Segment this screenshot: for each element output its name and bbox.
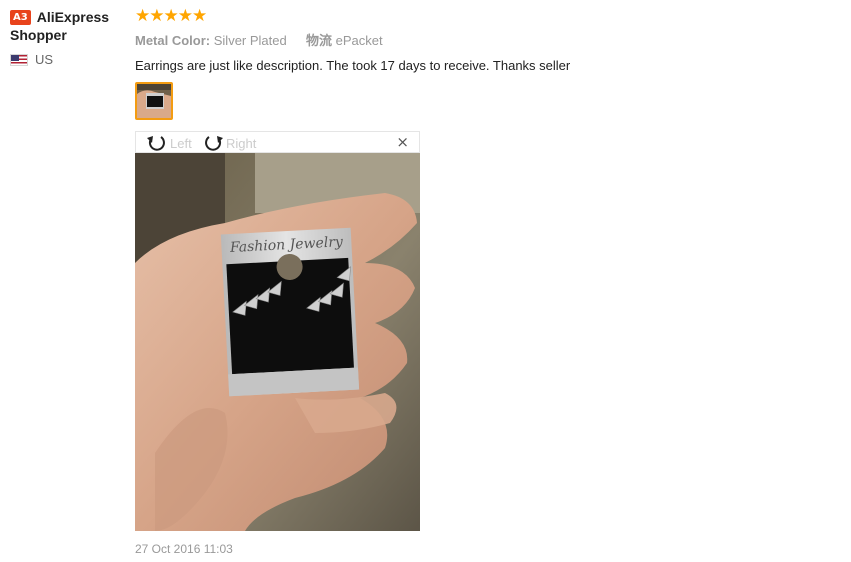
- rotate-left-label: Left: [170, 135, 192, 151]
- review-photo: Fashion Jewelry: [135, 153, 420, 531]
- review-content: ★★★★★ Metal Color: Silver Plated 物流 ePac…: [135, 6, 835, 556]
- thumbnail-photo: [137, 84, 171, 118]
- reviewer-info: A3 AliExpress Shopper US: [10, 8, 130, 67]
- metal-color-label: Metal Color:: [135, 33, 211, 48]
- reviewer-country: US: [10, 52, 130, 67]
- shipping-label: 物流: [305, 33, 332, 48]
- review-photo-thumbnail[interactable]: [135, 82, 173, 120]
- image-viewer-toolbar: Left Right ×: [135, 131, 420, 153]
- review-date: 27 Oct 2016 11:03: [135, 542, 233, 556]
- rotate-right-button[interactable]: Right: [202, 133, 256, 153]
- review-attributes: Metal Color: Silver Plated 物流 ePacket: [135, 32, 835, 50]
- country-code: US: [35, 52, 54, 67]
- rotate-left-icon: [147, 136, 165, 151]
- review-photo-image: Fashion Jewelry: [135, 153, 420, 531]
- metal-color-value: Silver Plated: [213, 33, 287, 48]
- star-rating: ★★★★★: [135, 6, 207, 25]
- us-flag-icon: [10, 53, 28, 66]
- reviewer-name-line1: AliExpress: [36, 9, 110, 25]
- reviewer-name-line2: Shopper: [10, 27, 67, 43]
- reviewer-name: A3 AliExpress Shopper: [10, 8, 130, 44]
- level-badge: A3: [10, 10, 31, 25]
- rotate-right-icon: [205, 136, 223, 151]
- rotate-right-label: Right: [226, 135, 257, 151]
- close-icon[interactable]: ×: [396, 133, 409, 151]
- shipping-value: ePacket: [335, 33, 383, 48]
- review-text: Earrings are just like description. The …: [135, 58, 571, 73]
- rotate-left-button[interactable]: Left: [146, 133, 192, 153]
